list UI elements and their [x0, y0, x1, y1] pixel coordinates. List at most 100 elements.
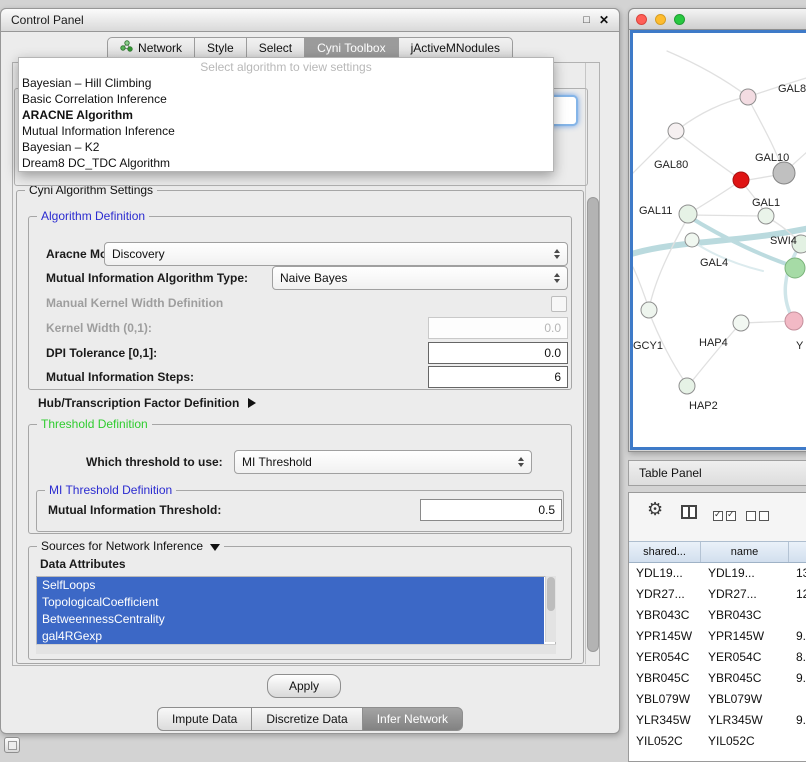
mi-threshold-input[interactable]: 0.5	[420, 499, 562, 521]
hub-definition-expander[interactable]: Hub/Transcription Factor Definition	[38, 396, 256, 410]
tab-jactivemnodules[interactable]: jActiveMNodules	[398, 37, 513, 58]
table-row[interactable]: YBR043C YBR043C	[629, 605, 806, 626]
cell-name: YDR27...	[701, 584, 789, 605]
control-panel-title: Control Panel	[11, 13, 84, 27]
apply-button[interactable]: Apply	[267, 674, 341, 698]
table-panel-titlebar: Table Panel	[628, 460, 806, 486]
group-title: Algorithm Definition	[37, 209, 149, 223]
list-item-selected[interactable]: gal4RGexp	[37, 628, 544, 645]
table-rows: YDL19... YDL19... 13. YDR27... YDR27... …	[629, 563, 806, 761]
close-icon[interactable]: ✕	[599, 14, 609, 26]
column-header-name[interactable]: name	[701, 542, 789, 562]
network-node-label: GAL80	[654, 159, 688, 171]
table-row[interactable]: YBR045C YBR045C 9.	[629, 668, 806, 689]
tab-label: jActiveMNodules	[411, 41, 500, 55]
dropdown-item[interactable]: Mutual Information Inference	[19, 123, 553, 139]
network-edge[interactable]	[667, 51, 747, 96]
cell-shared-name: YLR345W	[629, 710, 701, 731]
network-node[interactable]	[785, 312, 803, 330]
network-node[interactable]	[740, 89, 756, 105]
table-row[interactable]: YLR345W YLR345W 9.	[629, 710, 806, 731]
mi-algorithm-type-select[interactable]: Naive Bayes	[272, 266, 568, 290]
network-node[interactable]	[733, 315, 749, 331]
dropdown-item[interactable]: Basic Correlation Inference	[19, 91, 553, 107]
network-edge[interactable]	[690, 181, 740, 213]
network-edge[interactable]	[689, 215, 765, 216]
list-item-selected[interactable]: BetweennessCentrality	[37, 611, 544, 628]
network-edge[interactable]	[688, 325, 739, 386]
dropdown-placeholder: Select algorithm to view settings	[19, 60, 553, 75]
data-attributes-list: SelfLoopsTopologicalCoefficientBetweenne…	[36, 576, 556, 654]
list-item-selected[interactable]: SelfLoops	[37, 577, 544, 594]
cell-shared-name: YBR045C	[629, 668, 701, 689]
zoom-traffic-light[interactable]	[674, 14, 685, 25]
columns-icon[interactable]	[681, 505, 697, 519]
network-edge[interactable]	[677, 132, 740, 179]
network-node[interactable]	[785, 258, 805, 278]
sources-expander[interactable]: Sources for Network Inference	[37, 539, 224, 553]
network-edge[interactable]	[649, 217, 688, 309]
network-node[interactable]	[679, 205, 697, 223]
float-window-icon[interactable]: □	[583, 15, 590, 26]
tab-infer-network[interactable]: Infer Network	[362, 707, 463, 731]
tab-label: Network	[138, 41, 182, 55]
network-node[interactable]	[641, 302, 657, 318]
aracne-mode-select[interactable]: Discovery	[104, 242, 568, 266]
mi-steps-input[interactable]: 6	[428, 366, 568, 388]
algorithm-dropdown-popup: Select algorithm to view settings Bayesi…	[18, 57, 554, 172]
table-row[interactable]: YDL19... YDL19... 13.	[629, 563, 806, 584]
dpi-tolerance-input[interactable]: 0.0	[428, 342, 568, 364]
column-header-cut[interactable]	[789, 542, 806, 562]
dropdown-item-selected[interactable]: ARACNE Algorithm	[19, 107, 553, 123]
minimize-traffic-light[interactable]	[655, 14, 666, 25]
mi-threshold-label: Mutual Information Threshold:	[48, 503, 221, 517]
network-node[interactable]	[679, 378, 695, 394]
tab-style[interactable]: Style	[194, 37, 247, 58]
gear-icon[interactable]: ⚙	[647, 499, 663, 520]
minimized-panel-icon[interactable]	[4, 737, 20, 753]
network-node[interactable]	[685, 233, 699, 247]
table-row[interactable]: YIL052C YIL052C	[629, 731, 806, 752]
network-view-titlebar	[628, 8, 806, 30]
table-panel-title: Table Panel	[639, 466, 702, 480]
table-row[interactable]: YPR145W YPR145W 9.	[629, 626, 806, 647]
which-threshold-select[interactable]: MI Threshold	[234, 450, 532, 474]
combo-arrows-icon	[510, 457, 524, 467]
table-row[interactable]: YBL079W YBL079W	[629, 689, 806, 710]
network-node[interactable]	[758, 208, 774, 224]
dropdown-item[interactable]: Bayesian – Hill Climbing	[19, 75, 553, 91]
network-node[interactable]	[773, 162, 795, 184]
close-traffic-light[interactable]	[636, 14, 647, 25]
network-edge[interactable]	[676, 97, 747, 131]
tab-impute-data[interactable]: Impute Data	[157, 707, 252, 731]
mi-type-label: Mutual Information Algorithm Type:	[46, 271, 248, 285]
hub-definition-label: Hub/Transcription Factor Definition	[38, 396, 239, 410]
combo-arrows-icon	[546, 249, 560, 259]
column-header-shared-name[interactable]: shared...	[629, 542, 701, 562]
network-node[interactable]	[733, 172, 749, 188]
network-node-label: GCY1	[633, 340, 663, 352]
dropdown-item[interactable]: Bayesian – K2	[19, 139, 553, 155]
cell-name: YBR043C	[701, 605, 789, 626]
list-item-selected[interactable]: TopologicalCoefficient	[37, 594, 544, 611]
cell-name: YLR345W	[701, 710, 789, 731]
tab-label: Cyni Toolbox	[317, 41, 385, 55]
selected-value: Naive Bayes	[280, 271, 347, 285]
network-canvas[interactable]: GAL8GAL80GAL10GAL11GAL1SWI4GAL4GCY1HAP4Y…	[630, 30, 806, 450]
cell-name: YER054C	[701, 647, 789, 668]
table-row[interactable]: YER054C YER054C 8.	[629, 647, 806, 668]
network-icon	[120, 40, 133, 55]
deselect-all-checks-icon[interactable]	[746, 511, 769, 521]
tab-select[interactable]: Select	[246, 37, 305, 58]
screen: Control Panel □ ✕ Network Style Select C…	[0, 0, 806, 762]
control-panel-tab-bar: Network Style Select Cyni Toolbox jActiv…	[0, 37, 620, 58]
select-all-checks-icon[interactable]	[713, 511, 736, 521]
tab-network[interactable]: Network	[107, 37, 195, 58]
tab-discretize-data[interactable]: Discretize Data	[251, 707, 362, 731]
scrollbar-thumb[interactable]	[587, 197, 599, 652]
tab-cyni-toolbox[interactable]: Cyni Toolbox	[304, 37, 398, 58]
network-node[interactable]	[668, 123, 684, 139]
table-row[interactable]: YDR27... YDR27... 12.	[629, 584, 806, 605]
dropdown-item[interactable]: Dream8 DC_TDC Algorithm	[19, 155, 553, 171]
cell-value: 13.	[789, 563, 806, 584]
